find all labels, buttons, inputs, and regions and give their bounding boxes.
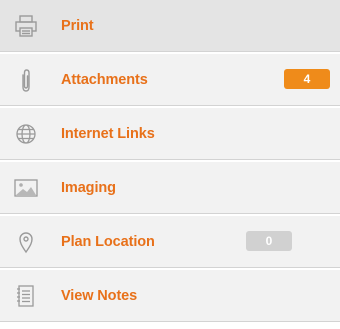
printer-icon <box>12 13 40 39</box>
menu-item-plan-location[interactable]: Plan Location 0 <box>0 216 340 268</box>
globe-icon <box>12 121 40 147</box>
menu-item-label: Internet Links <box>61 126 155 142</box>
menu-item-label: Attachments <box>61 72 148 88</box>
location-pin-icon <box>12 229 40 255</box>
image-icon <box>12 175 40 201</box>
menu-item-label: Print <box>61 18 94 34</box>
menu-item-view-notes[interactable]: View Notes <box>0 270 340 322</box>
menu-item-internet-links[interactable]: Internet Links <box>0 108 340 160</box>
menu-item-attachments[interactable]: Attachments 4 <box>0 54 340 106</box>
attachments-count-badge: 4 <box>284 69 330 89</box>
notes-icon <box>12 283 40 309</box>
menu-item-label: Plan Location <box>61 234 155 250</box>
side-menu: Print Attachments 4 Internet Links Imagi… <box>0 0 340 329</box>
menu-item-print[interactable]: Print <box>0 0 340 52</box>
menu-item-imaging[interactable]: Imaging <box>0 162 340 214</box>
menu-item-label: View Notes <box>61 288 138 304</box>
paperclip-icon <box>12 67 40 93</box>
plan-location-count-badge: 0 <box>246 231 292 251</box>
menu-item-label: Imaging <box>61 180 116 196</box>
